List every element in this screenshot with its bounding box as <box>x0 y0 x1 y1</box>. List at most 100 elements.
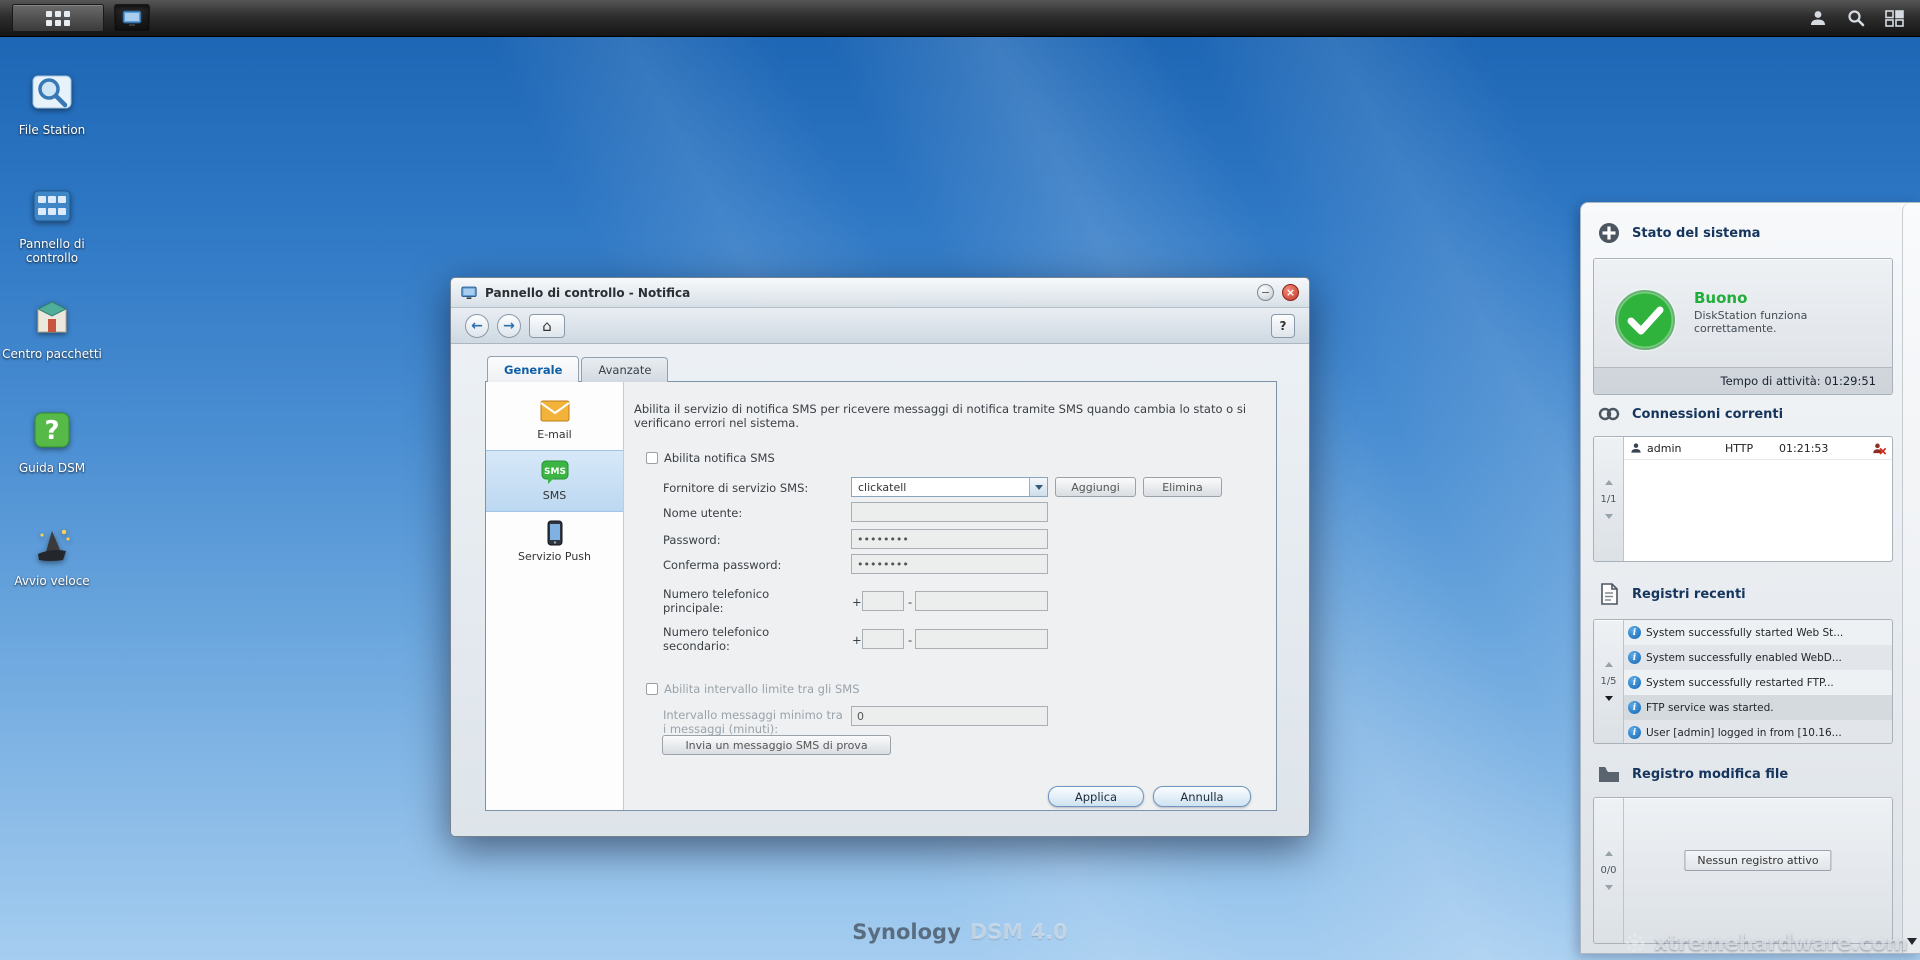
tab-avanzate[interactable]: Avanzate <box>581 357 669 382</box>
package-center-icon <box>36 301 68 333</box>
log-row[interactable]: i FTP service was started. <box>1624 695 1892 720</box>
user-menu-button[interactable] <box>1804 5 1832 31</box>
apply-button[interactable]: Applica <box>1048 786 1144 807</box>
system-status-header: Stato del sistema <box>1597 221 1760 245</box>
sidebar-item-push-service[interactable]: Servizio Push <box>486 512 623 572</box>
desktop-icon-control-panel[interactable]: Pannello di controllo <box>0 184 104 265</box>
phone-primary-number-input[interactable] <box>915 591 1048 611</box>
enable-sms-checkbox[interactable] <box>646 452 658 464</box>
desktop-icon-label: Centro pacchetti <box>2 347 102 361</box>
interval-limit-label: Abilita intervallo limite tra gli SMS <box>664 682 860 696</box>
svg-text:?: ? <box>44 416 59 446</box>
sidebar-item-email[interactable]: E-mail <box>486 390 623 450</box>
brand-text: Synology <box>852 920 961 944</box>
widget-title: Registri recenti <box>1632 586 1746 602</box>
pilot-view-button[interactable] <box>1880 5 1908 31</box>
sms-description: Abilita il servizio di notifica SMS per … <box>634 402 1247 430</box>
scroll-down-icon[interactable] <box>1907 938 1917 945</box>
status-ok-icon <box>1614 289 1676 351</box>
window-title: Pannello di controllo - Notifica <box>485 285 691 300</box>
page-up-icon[interactable] <box>1604 662 1613 667</box>
enable-sms-label: Abilita notifica SMS <box>664 451 775 465</box>
desktop-icon-package-center[interactable]: Centro pacchetti <box>0 294 104 361</box>
provider-dropdown[interactable]: clickatell <box>851 477 1048 497</box>
password-input[interactable] <box>851 529 1048 549</box>
home-button[interactable]: ⌂ <box>529 313 565 338</box>
back-button[interactable]: ← <box>465 313 489 338</box>
forward-button[interactable]: → <box>497 313 521 338</box>
phone-secondary-number-input[interactable] <box>915 629 1048 649</box>
connection-row[interactable]: admin HTTP 01:21:53 <box>1624 437 1892 460</box>
confirm-password-input[interactable] <box>851 554 1048 574</box>
system-status-box: Buono DiskStation funziona correttamente… <box>1593 258 1893 395</box>
sidebar-item-sms[interactable]: SMS SMS <box>486 450 623 512</box>
control-panel-icon <box>33 190 71 222</box>
delete-provider-button[interactable]: Elimina <box>1143 477 1222 497</box>
status-description: DiskStation funziona correttamente. <box>1694 309 1808 335</box>
search-button[interactable] <box>1842 5 1870 31</box>
window-title-icon <box>461 286 477 299</box>
widget-title: Registro modifica file <box>1632 766 1789 782</box>
cancel-button[interactable]: Annulla <box>1153 786 1251 807</box>
add-provider-button[interactable]: Aggiungi <box>1055 477 1136 497</box>
close-button[interactable] <box>1282 284 1299 301</box>
sidebar-item-label: E-mail <box>537 428 572 441</box>
help-button[interactable]: ? <box>1271 313 1295 338</box>
page-down-icon[interactable] <box>1604 696 1613 701</box>
interval-minutes-input[interactable] <box>851 706 1048 726</box>
log-row[interactable]: i System successfully started Web St... <box>1624 620 1892 645</box>
main-menu-button[interactable] <box>12 4 104 32</box>
site-watermark-text: xtremehardware.com <box>1654 931 1908 955</box>
window-toolbar: ← → ⌂ ? <box>451 308 1309 344</box>
taskbar-open-app-button[interactable] <box>114 4 150 32</box>
interval-limit-checkbox[interactable] <box>646 683 658 695</box>
svg-text:SMS: SMS <box>544 467 566 477</box>
phone-primary-prefix-input[interactable] <box>862 591 904 611</box>
logs-icon <box>1597 582 1621 606</box>
sidebar-item-label: Servizio Push <box>517 550 591 563</box>
log-text: System successfully enabled WebD... <box>1646 651 1842 664</box>
send-test-sms-button[interactable]: Invia un messaggio SMS di prova <box>662 735 891 755</box>
site-watermark: xtremehardware.com <box>1622 930 1908 956</box>
connection-user: admin <box>1647 441 1682 455</box>
log-row[interactable]: i System successfully restarted FTP... <box>1624 670 1892 695</box>
tab-bar: Generale Avanzate <box>487 356 669 382</box>
page-up-icon[interactable] <box>1604 479 1613 485</box>
page-up-icon[interactable] <box>1604 851 1613 856</box>
dsm-watermark: Synology DSM 4.0 <box>852 920 1068 944</box>
page-down-icon[interactable] <box>1604 885 1613 890</box>
minimize-button[interactable] <box>1257 284 1274 301</box>
desktop-icon-label: Pannello di controllo <box>19 237 85 265</box>
desktop-icon-quick-start[interactable]: Avvio veloce <box>0 521 104 588</box>
phone-secondary-separator: - <box>908 633 913 647</box>
window-titlebar[interactable]: Pannello di controllo - Notifica <box>451 278 1309 308</box>
phone-secondary-plus: + <box>852 633 862 647</box>
desktop-icon-file-station[interactable]: File Station <box>0 70 104 137</box>
tab-generale[interactable]: Generale <box>487 356 580 382</box>
disconnect-user-icon[interactable] <box>1872 442 1886 455</box>
apps-grid-icon <box>46 11 70 26</box>
widget-scrollbar[interactable] <box>1902 203 1920 953</box>
page-indicator: 1/1 <box>1600 493 1617 505</box>
desktop-icon-dsm-help[interactable]: ? Guida DSM <box>0 408 104 475</box>
phone-secondary-prefix-input[interactable] <box>862 629 904 649</box>
username-input[interactable] <box>851 502 1048 522</box>
connections-list: admin HTTP 01:21:53 <box>1624 437 1892 561</box>
phone-primary-separator: - <box>908 595 913 609</box>
desktop-icon-label: Guida DSM <box>18 461 86 475</box>
page-down-icon[interactable] <box>1604 513 1613 519</box>
password-label: Password: <box>663 533 721 547</box>
log-row[interactable]: i System successfully enabled WebD... <box>1624 645 1892 670</box>
log-text: User [admin] logged in from [10.16... <box>1646 726 1842 739</box>
uptime-text: Tempo di attività: 01:29:51 <box>1594 367 1892 394</box>
folder-icon <box>1597 762 1621 786</box>
connections-pager: 1/1 <box>1594 437 1624 561</box>
provider-value: clickatell <box>858 480 907 494</box>
gear-icon <box>1625 933 1645 953</box>
log-row[interactable]: i User [admin] logged in from [10.16... <box>1624 720 1892 743</box>
logs-list: i System successfully started Web St... … <box>1624 620 1892 743</box>
desktop-icon-label: File Station <box>18 123 86 137</box>
status-value: Buono <box>1694 289 1748 307</box>
page-indicator: 1/5 <box>1600 676 1617 687</box>
phone-primary-plus: + <box>852 595 862 609</box>
